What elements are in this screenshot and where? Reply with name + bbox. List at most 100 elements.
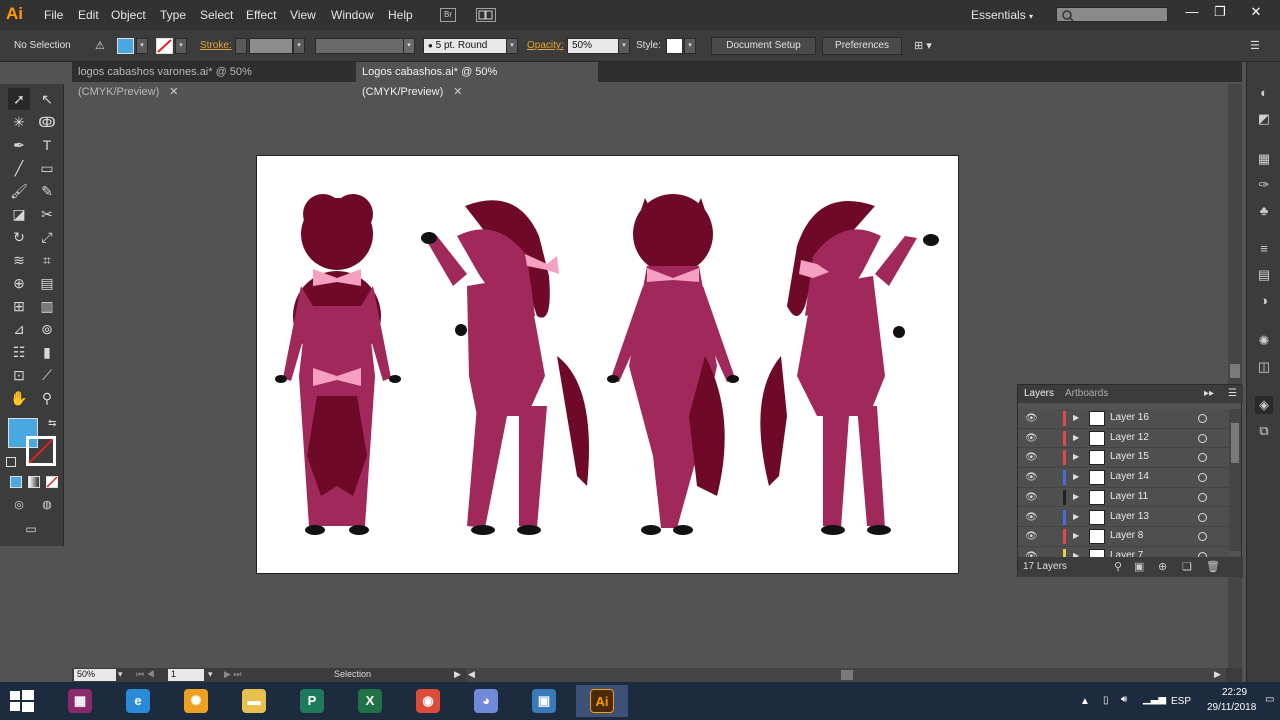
expand-layer-icon[interactable]: ▶ [1073,452,1079,461]
new-layer-icon[interactable]: ❏ [1182,560,1192,573]
close-tab-icon[interactable]: ✕ [453,86,462,98]
layers-scroll-thumb[interactable] [1231,423,1239,463]
horizontal-scroll-thumb[interactable] [841,670,853,680]
gradient-tool-icon[interactable]: ▥ [36,295,58,317]
battery-icon[interactable]: ▯ [1103,695,1109,706]
stroke-weight-dropdown[interactable]: ▾ [293,38,305,54]
color-guide-panel-icon[interactable]: ◩ [1255,110,1273,128]
variable-width-dropdown[interactable]: ▾ [403,38,415,54]
locate-object-icon[interactable]: ⚲ [1114,560,1122,573]
style-dropdown[interactable]: ▾ [684,38,696,54]
vertical-scroll-thumb[interactable] [1230,364,1240,378]
artboard[interactable] [256,155,959,574]
hand-tool-icon[interactable]: ✋ [8,387,30,409]
layers-scrollbar[interactable] [1229,409,1241,551]
opacity-dropdown[interactable]: ▾ [618,38,630,54]
scroll-left-icon[interactable]: ◀ [468,669,475,680]
artboard-dropdown[interactable]: ▾ [208,669,213,680]
character-side-view-left[interactable] [421,200,589,535]
layer-name[interactable]: Layer 11 [1110,491,1148,502]
arrange-documents-button[interactable] [476,8,496,22]
graphic-styles-panel-icon[interactable]: ◫ [1255,358,1273,376]
menu-edit[interactable]: Edit [78,8,99,22]
eyedropper-tool-icon[interactable]: ⊿ [8,318,30,340]
slice-tool-icon[interactable]: ⟋ [36,364,58,386]
taskbar-app-orange[interactable]: ✺ [170,685,222,717]
layer-name[interactable]: Layer 8 [1110,530,1143,541]
taskbar-photos[interactable]: ▣ [518,685,570,717]
rotate-tool-icon[interactable]: ↻ [8,226,30,248]
pen-tool-icon[interactable]: ✒ [8,134,30,156]
tab-layers[interactable]: Layers [1024,388,1054,399]
target-layer-icon[interactable] [1198,512,1207,522]
notifications-icon[interactable]: ▭ [1265,694,1274,705]
appearance-panel-icon[interactable]: ✺ [1255,332,1273,350]
search-input[interactable] [1056,7,1168,22]
layer-row[interactable]: 👁︎ ▶ Layer 16 [1018,409,1229,429]
brushes-panel-icon[interactable]: ✑ [1255,176,1273,194]
layer-name[interactable]: Layer 16 [1110,412,1149,423]
pencil-tool-icon[interactable]: ✎ [36,180,58,202]
horizontal-scrollbar[interactable]: ◀ ▶ [466,668,1226,682]
layer-row[interactable]: 👁︎ ▶ Layer 13 [1018,507,1229,528]
clock-date[interactable]: 29/11/2018 [1207,702,1256,713]
perspective-grid-tool-icon[interactable]: ⊞ [8,295,30,317]
status-menu-arrow[interactable]: ▶ [454,669,461,680]
magic-wand-tool-icon[interactable]: ✳ [8,111,30,133]
zoom-field[interactable]: 50% [74,669,116,681]
zoom-dropdown[interactable]: ▾ [118,669,123,680]
draw-inside-icon[interactable]: ◍ [36,494,58,516]
layer-name[interactable]: Layer 12 [1110,432,1149,443]
brush-field[interactable]: ● 5 pt. Round [423,38,507,54]
blend-tool-icon[interactable]: ⊚ [36,318,58,340]
layer-row[interactable]: 👁︎ ▶ Layer 8 [1018,527,1229,547]
stroke-weight-field[interactable] [249,38,293,54]
fill-dropdown[interactable]: ▾ [136,38,148,54]
lasso-tool-icon[interactable]: ↂ [36,111,58,133]
taskbar-file-explorer[interactable]: ▬ [228,685,280,717]
transparency-panel-icon[interactable]: ◑ [1255,292,1273,310]
stroke-label[interactable]: Stroke: [200,40,232,51]
menu-type[interactable]: Type [160,8,186,22]
target-layer-icon[interactable] [1198,453,1207,463]
stroke-dropdown[interactable]: ▾ [175,38,187,54]
live-paint-tool-icon[interactable]: ▤ [36,272,58,294]
visibility-eye-icon[interactable]: 👁︎ [1025,433,1038,444]
last-artboard-icon[interactable]: ▶ ⏭ [224,669,242,680]
first-artboard-icon[interactable]: ⏮ ◀ [136,669,155,680]
taskbar-publisher[interactable]: P [286,685,338,717]
brush-dropdown[interactable]: ▾ [506,38,518,54]
layers-menu-icon[interactable]: ☰ [1228,388,1237,399]
expand-layer-icon[interactable]: ▶ [1073,492,1079,501]
tab-artboards[interactable]: Artboards [1065,388,1108,399]
fill-swatch[interactable] [117,38,134,54]
clock-time[interactable]: 22:29 [1222,687,1247,698]
arrange-icon[interactable]: ⊞ ▾ [914,39,932,52]
target-layer-icon[interactable] [1198,492,1207,502]
expand-layer-icon[interactable]: ▶ [1073,512,1079,521]
selection-tool-icon[interactable]: ➚ [8,88,30,110]
artboard-number-field[interactable]: 1 [168,669,204,681]
layer-row[interactable]: 👁︎ ▶ Layer 15 [1018,448,1229,469]
default-colors-icon[interactable] [6,457,16,467]
minimize-button[interactable]: — [1181,4,1203,22]
screen-mode-icon[interactable]: ▭ [20,518,42,540]
close-tab-icon[interactable]: ✕ [169,86,178,98]
vertical-scrollbar[interactable] [1228,84,1242,668]
character-back-view[interactable] [275,194,401,535]
color-panel-icon[interactable]: ◐ [1255,84,1273,102]
scroll-right-icon[interactable]: ▶ [1214,669,1221,680]
menu-window[interactable]: Window [331,8,374,22]
scissors-tool-icon[interactable]: ✂ [36,203,58,225]
visibility-eye-icon[interactable]: 👁︎ [1025,531,1038,542]
zoom-tool-icon[interactable]: ⚲ [36,387,58,409]
stroke-swatch[interactable] [156,38,173,54]
swap-colors-icon[interactable]: ⇆ [48,418,56,429]
collapse-panel-icon[interactable]: ▸▸ [1204,388,1214,399]
visibility-eye-icon[interactable]: 👁︎ [1025,452,1038,463]
tab-logos-cabashos[interactable]: Logos cabashos.ai* @ 50% (CMYK/Preview) ✕ [356,62,598,98]
target-layer-icon[interactable] [1198,532,1207,542]
panel-menu-icon[interactable]: ☰ [1250,39,1260,52]
color-mode-icon[interactable] [10,476,22,488]
new-sublayer-icon[interactable]: ⊕ [1158,560,1167,573]
